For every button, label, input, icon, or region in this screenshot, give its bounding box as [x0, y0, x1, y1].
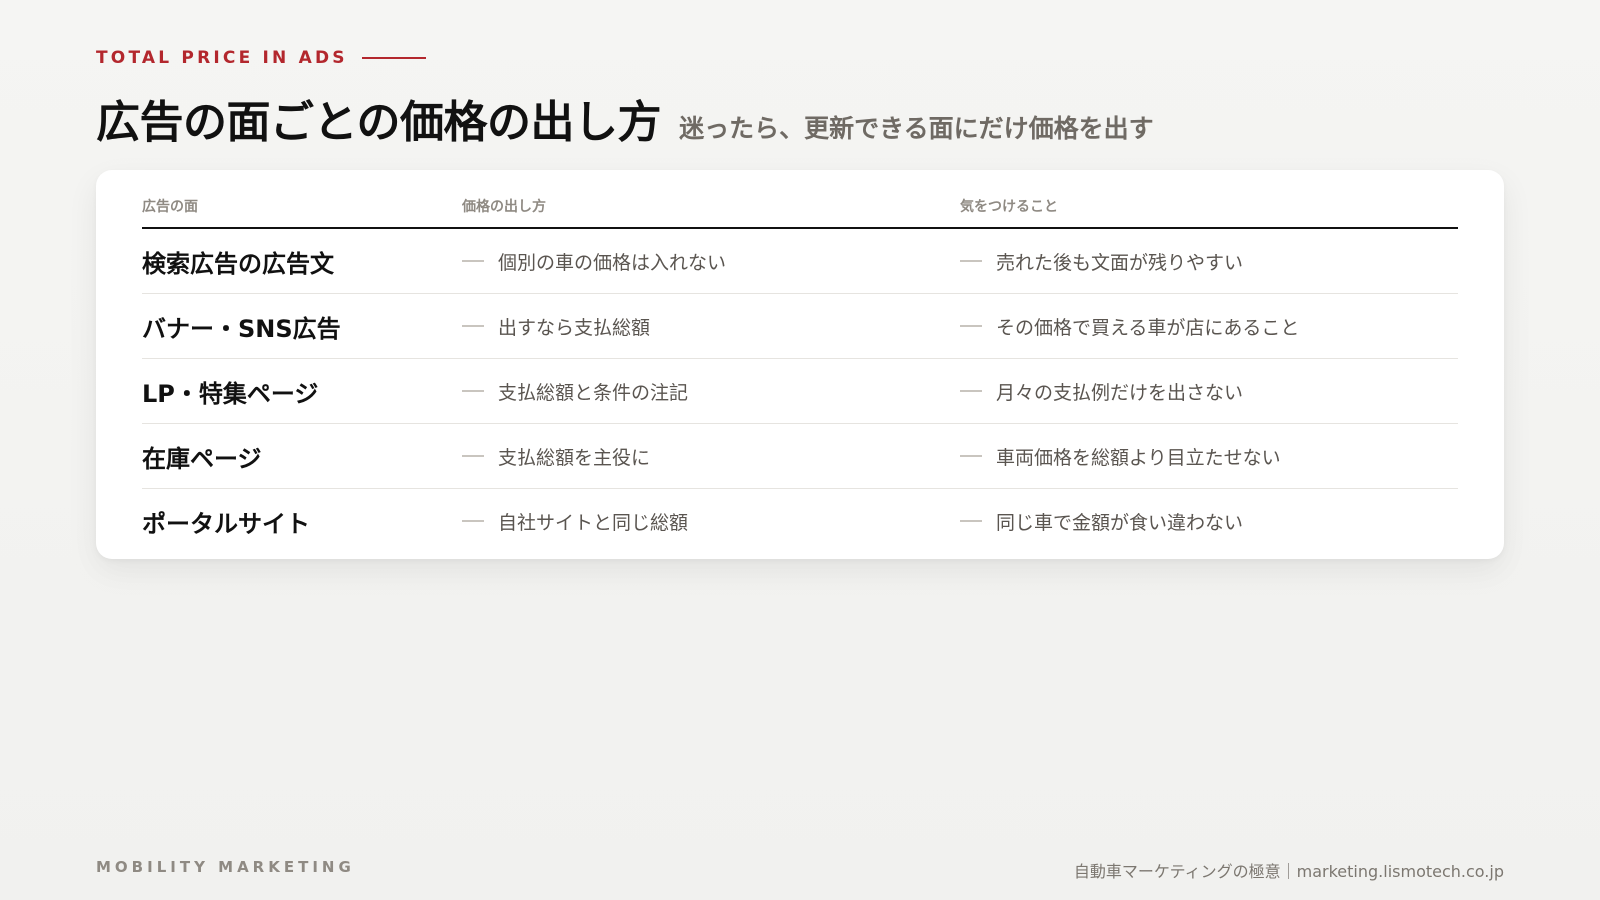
table-row: LP・特集ページ 支払総額と条件の注記 月々の支払例だけを出さない [142, 359, 1458, 424]
dash-icon [462, 325, 484, 327]
dash-icon [462, 455, 484, 457]
caution-note: 車両価格を総額より目立たせない [996, 446, 1281, 469]
page-title: 広告の面ごとの価格の出し方 [96, 97, 662, 148]
dash-icon [960, 260, 982, 262]
dash-icon [960, 520, 982, 522]
ad-surface: ポータルサイト [142, 509, 310, 538]
caution-note: 売れた後も文面が残りやすい [996, 251, 1244, 274]
dash-icon [960, 325, 982, 327]
page-subtitle: 迷ったら、更新できる面にだけ価格を出す [679, 114, 1154, 143]
price-method: 個別の車の価格は入れない [498, 251, 727, 274]
caution-cell: 同じ車で金額が食い違わない [960, 508, 1458, 535]
caution-cell: 月々の支払例だけを出さない [960, 378, 1458, 405]
footer-brand: MOBILITY MARKETING [96, 858, 355, 876]
price-method-cell: 出すなら支払総額 [462, 313, 960, 340]
caution-cell: 車両価格を総額より目立たせない [960, 443, 1458, 470]
table-row: バナー・SNS広告 出すなら支払総額 その価格で買える車が店にあること [142, 294, 1458, 359]
ad-surface: LP・特集ページ [142, 379, 319, 408]
dash-icon [462, 520, 484, 522]
table-row: ポータルサイト 自社サイトと同じ総額 同じ車で金額が食い違わない [142, 489, 1458, 553]
header-note: 気をつけること [960, 199, 1058, 215]
caution-note: 月々の支払例だけを出さない [996, 381, 1244, 404]
price-method-cell: 支払総額と条件の注記 [462, 378, 960, 405]
dash-icon [960, 455, 982, 457]
price-method-cell: 支払総額を主役に [462, 443, 960, 470]
caution-note: 同じ車で金額が食い違わない [996, 511, 1244, 534]
price-table: 広告の面 価格の出し方 気をつけること 検索広告の広告文 個別の車の価格は入れな… [142, 196, 1458, 553]
price-method-cell: 自社サイトと同じ総額 [462, 508, 960, 535]
table-row: 在庫ページ 支払総額を主役に 車両価格を総額より目立たせない [142, 424, 1458, 489]
footer-site: 自動車マーケティングの極意｜marketing.lismotech.co.jp [1073, 862, 1504, 881]
table-row: 検索広告の広告文 個別の車の価格は入れない 売れた後も文面が残りやすい [142, 229, 1458, 294]
price-method-cell: 個別の車の価格は入れない [462, 248, 960, 275]
price-method: 支払総額と条件の注記 [498, 381, 689, 404]
dash-icon [462, 260, 484, 262]
header-surface: 広告の面 [142, 199, 198, 215]
header-method: 価格の出し方 [462, 199, 546, 215]
price-method: 出すなら支払総額 [498, 316, 651, 339]
eyebrow: TOTAL PRICE IN ADS [96, 48, 426, 68]
caution-cell: その価格で買える車が店にあること [960, 313, 1458, 340]
eyebrow-rule [361, 57, 426, 59]
price-method: 支払総額を主役に [498, 446, 651, 469]
eyebrow-label: TOTAL PRICE IN ADS [96, 48, 348, 68]
dash-icon [960, 390, 982, 392]
ad-surface: 在庫ページ [142, 444, 262, 473]
ad-surface: 検索広告の広告文 [142, 249, 334, 278]
table-header: 広告の面 価格の出し方 気をつけること [142, 196, 1458, 229]
price-table-card: 広告の面 価格の出し方 気をつけること 検索広告の広告文 個別の車の価格は入れな… [96, 170, 1504, 559]
caution-note: その価格で買える車が店にあること [996, 316, 1300, 339]
dash-icon [462, 390, 484, 392]
ad-surface: バナー・SNS広告 [142, 314, 341, 343]
caution-cell: 売れた後も文面が残りやすい [960, 248, 1458, 275]
title-row: 広告の面ごとの価格の出し方 迷ったら、更新できる面にだけ価格を出す [96, 86, 1154, 150]
price-method: 自社サイトと同じ総額 [498, 511, 689, 534]
